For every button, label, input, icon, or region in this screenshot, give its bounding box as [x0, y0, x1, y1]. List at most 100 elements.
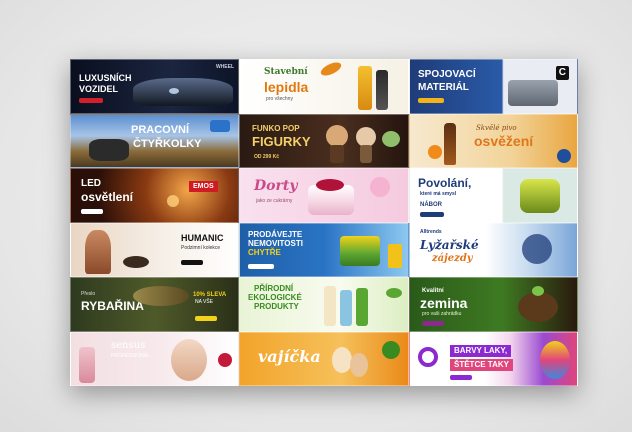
brand-badge	[382, 340, 400, 359]
figure-body	[330, 144, 344, 163]
banner-career: Povolání, které má smysl NÁBOR	[409, 168, 578, 223]
banner-real-estate: PRODÁVEJTE NEMOVITOSTI CHYTŘE	[239, 222, 409, 277]
banner-title: vajíčka	[258, 346, 321, 366]
brand-logo: C	[555, 66, 569, 80]
banner-led-lighting: LED osvětlení EMOS	[70, 168, 239, 223]
flower-decor	[218, 352, 232, 367]
brand-badge	[388, 243, 402, 268]
banner-title: LED	[81, 178, 101, 189]
product-bottle	[324, 286, 336, 326]
discount-caption: NA VŠE	[195, 299, 214, 305]
banner-title: LUXUSNÍCH	[79, 73, 132, 83]
product-cartridge	[358, 66, 372, 110]
banner-eggs: vajíčka	[239, 331, 409, 386]
brand-logo: HUMANIC	[181, 232, 224, 243]
brand-logo: sensus	[111, 339, 146, 351]
headlight-glow	[169, 88, 179, 94]
banner-tagline: PRODUKTY	[254, 302, 299, 311]
banner-caption: pro všechny	[266, 96, 293, 102]
orange-slice	[428, 144, 442, 159]
banner-subtitle: osvěžení	[474, 132, 534, 149]
banner-caption: jako ze cukrárny	[256, 198, 293, 204]
car-image	[133, 78, 233, 106]
light-bokeh	[167, 195, 179, 207]
banner-subtitle: NEMOVITOSTI	[248, 238, 303, 248]
banner-paints: BARVY LAKY, ŠTĚTCE TAKY	[409, 331, 578, 386]
model-face-image	[171, 338, 207, 381]
atv-image	[89, 138, 129, 161]
cta-button[interactable]	[181, 259, 203, 265]
banner-title: Dorty	[254, 178, 298, 194]
egg-image	[350, 352, 368, 377]
banner-caption: Podzimní kolekce	[181, 244, 221, 251]
shoe-image	[123, 255, 149, 268]
cta-button[interactable]	[248, 263, 274, 269]
cta-button[interactable]	[420, 212, 444, 217]
banner-title: PRACOVNÍ	[131, 123, 190, 136]
figure-head	[356, 126, 376, 147]
banner-title: PRODÁVEJTE	[248, 229, 303, 239]
model-image	[85, 229, 111, 274]
banner-funko-pop: FUNKO POP FIGURKY OD 299 Kč	[239, 113, 409, 168]
product-cartridge	[376, 70, 388, 110]
sprout-image	[532, 286, 544, 296]
banner-subtitle: FIGURKY	[252, 133, 311, 149]
product-bottle	[340, 290, 352, 326]
banner-kicker: Kvalitní	[422, 288, 444, 294]
figure-head	[326, 124, 348, 147]
price-label: OD 299 Kč	[254, 153, 280, 160]
banner-sensus: sensus PROFESSIONAL	[70, 331, 239, 386]
banner-humanic: HUMANIC Podzimní kolekce	[70, 222, 239, 277]
banner-subtitle: VOZIDEL	[79, 84, 119, 94]
leaf-decor	[386, 288, 402, 298]
banner-title: PŘÍRODNÍ	[254, 284, 294, 293]
banner-fasteners: SPOJOVACÍ MATERIÁL C	[409, 59, 578, 114]
banner-eco-products: PŘÍRODNÍ EKOLOGICKÉ PRODUKTY	[239, 277, 409, 332]
brand-logo: EMOS	[189, 181, 218, 192]
brand-ring-logo	[418, 346, 438, 367]
berries	[316, 179, 344, 191]
banner-subtitle: EKOLOGICKÉ	[248, 293, 302, 302]
banner-subtitle: ČTYŘKOLKY	[133, 137, 202, 150]
banner-luxury-cars: LUXUSNÍCH VOZIDEL WHEEL	[70, 59, 239, 114]
banner-title: Povolání,	[418, 176, 472, 190]
banner-cakes: Dorty jako ze cukrárny	[239, 168, 409, 223]
cta-button[interactable]	[422, 321, 444, 326]
banner-collage: LUXUSNÍCH VOZIDEL WHEEL Stavební lepidla…	[70, 59, 578, 386]
banner-title: zemina	[420, 295, 468, 311]
banner-beer: Skvělé pivo osvěžení	[409, 113, 578, 168]
egg-image	[332, 346, 352, 373]
banner-construction-adhesive: Stavební lepidla pro všechny	[239, 59, 409, 114]
banner-subtitle: které má smysl	[420, 191, 457, 197]
banner-fishing: Přeslo RYBAŘINA 10% SLEVA NA VŠE	[70, 277, 239, 332]
figure-body	[360, 144, 372, 163]
banner-subtitle: zájezdy	[432, 252, 473, 264]
brand-logo: WHEEL	[215, 64, 234, 70]
skier-image	[522, 233, 552, 264]
house-image	[340, 235, 380, 266]
brand-badge	[210, 119, 230, 132]
machine-image	[520, 179, 560, 213]
fish-image	[133, 286, 189, 306]
cta-button[interactable]	[81, 209, 103, 214]
cta-button[interactable]	[195, 316, 217, 321]
brand-badge	[557, 148, 571, 163]
banner-kicker: Přeslo	[81, 291, 96, 297]
flower-decor	[370, 177, 390, 197]
display-background: LUXUSNÍCH VOZIDEL WHEEL Stavební lepidla…	[0, 0, 632, 432]
banner-title: Stavební	[264, 67, 308, 77]
banner-title: SPOJOVACÍ	[418, 69, 476, 80]
beer-bottle	[444, 122, 456, 165]
banner-title: BARVY LAKY,	[450, 344, 512, 357]
discount-label: 10% SLEVA	[193, 292, 227, 298]
cta-button[interactable]	[79, 98, 103, 103]
banner-ski-trips: Alltrends Lyžařské zájezdy	[409, 222, 578, 277]
banner-subtitle: ŠTĚTCE TAKY	[450, 358, 513, 371]
banner-title: Skvělé pivo	[476, 123, 517, 132]
cta-button[interactable]	[450, 374, 472, 380]
product-bottle	[79, 346, 95, 383]
paint-splash-image	[540, 340, 570, 379]
banner-subtitle: lepidla	[264, 79, 309, 95]
brand-logo: Alltrends	[420, 228, 442, 235]
cta-button[interactable]	[418, 98, 444, 103]
